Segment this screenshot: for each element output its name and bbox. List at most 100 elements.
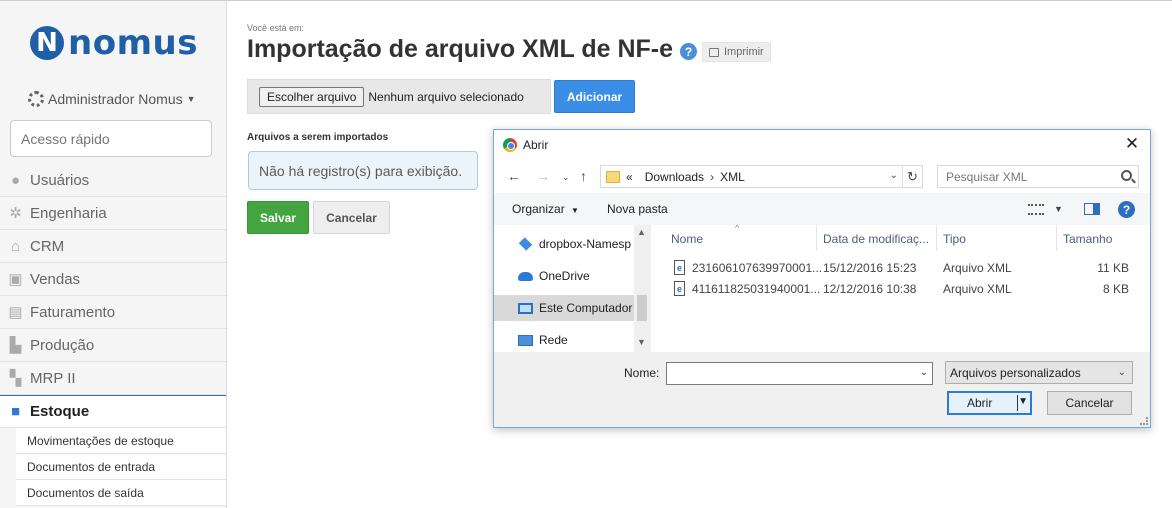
printer-icon <box>709 47 719 57</box>
add-button[interactable]: Adicionar <box>554 80 635 113</box>
chevron-down-icon: ⌄ <box>1117 367 1126 378</box>
sidebar-item-estoque[interactable]: ■ Estoque <box>0 395 226 428</box>
caret-down-icon[interactable]: ▼ <box>1018 396 1028 407</box>
choose-file-button[interactable]: Escolher arquivo <box>259 86 365 107</box>
column-type[interactable]: Tipo <box>943 232 966 246</box>
dialog-footer: Nome: ⌄ Arquivos personalizados ⌄ Abrir … <box>494 352 1150 427</box>
chevron-right-icon: › <box>710 169 715 184</box>
computer-icon <box>518 302 533 314</box>
subitem-documentos-saida[interactable]: Documentos de saída <box>16 480 226 506</box>
chevron-up-icon[interactable]: ▲ <box>637 227 646 237</box>
empty-message: Não há registro(s) para exibição. <box>248 151 478 190</box>
file-size: 11 KB <box>1097 261 1129 275</box>
blocks-icon: ▚ <box>9 370 22 387</box>
close-icon[interactable]: ✕ <box>1122 134 1142 154</box>
help-icon[interactable]: ? <box>1118 201 1135 218</box>
save-button[interactable]: Salvar <box>247 201 309 234</box>
file-name-input[interactable]: ⌄ <box>666 362 933 385</box>
sidebar-item-producao[interactable]: ▙ Produção <box>0 329 226 362</box>
nomus-logo[interactable]: N nomus <box>30 23 198 63</box>
user-name: Administrador Nomus <box>48 91 183 107</box>
column-divider[interactable] <box>816 225 817 251</box>
nav-item-rede[interactable]: Rede <box>494 327 634 353</box>
column-size[interactable]: Tamanho <box>1063 232 1112 246</box>
refresh-icon[interactable]: ↻ <box>902 166 922 187</box>
sidebar-item-label: Vendas <box>30 270 81 288</box>
file-list: ^ Nome Data de modificaç... Tipo Tamanho… <box>651 223 1150 352</box>
nav-item-dropbox[interactable]: dropbox-Namesp <box>494 231 634 257</box>
address-bar[interactable]: « Downloads › XML ⌄ ↻ <box>600 165 923 188</box>
new-folder-button[interactable]: Nova pasta <box>607 202 668 216</box>
print-button[interactable]: Imprimir <box>702 42 771 62</box>
subitem-label: Documentos de saída <box>27 485 144 500</box>
file-row[interactable]: e 231606107639970001... 15/12/2016 15:23… <box>651 258 1150 279</box>
up-arrow-icon[interactable]: ↑ <box>580 168 587 184</box>
sidebar-item-faturamento[interactable]: ▤ Faturamento <box>0 296 226 329</box>
quick-access-input[interactable] <box>10 120 212 157</box>
sidebar-item-crm[interactable]: ⌂ CRM <box>0 230 226 263</box>
column-name[interactable]: Nome <box>671 232 703 246</box>
nav-item-este-computador[interactable]: Este Computador <box>494 295 634 321</box>
path-part-xml[interactable]: XML <box>720 170 745 184</box>
gear-icon <box>28 91 44 107</box>
preview-pane-icon[interactable] <box>1084 203 1100 215</box>
nav-scrollbar[interactable]: ▲ ▼ <box>634 225 650 352</box>
xml-file-icon: e <box>674 260 685 275</box>
user-icon: ● <box>10 171 21 189</box>
open-file-dialog: Abrir ✕ ← → ⌄ ↑ « Downloads › XML ⌄ ↻ Pe… <box>493 129 1151 428</box>
cloud-icon <box>518 271 533 281</box>
sidebar-item-label: Produção <box>30 336 95 354</box>
search-input[interactable]: Pesquisar XML <box>937 165 1139 188</box>
back-arrow-icon[interactable]: ← <box>507 168 521 184</box>
subitem-documentos-entrada[interactable]: Documentos de entrada <box>16 454 226 480</box>
file-input: Escolher arquivo Nenhum arquivo selecion… <box>247 79 551 114</box>
resize-grip[interactable] <box>1140 417 1148 425</box>
file-type: Arquivo XML <box>943 282 1012 296</box>
path-part-downloads[interactable]: Downloads <box>645 170 704 184</box>
column-divider[interactable] <box>936 225 937 251</box>
sidebar-item-label: Estoque <box>30 403 90 420</box>
file-row[interactable]: e 411611825031940001... 12/12/2016 10:38… <box>651 279 1150 300</box>
user-menu[interactable]: Administrador Nomus ▼ <box>28 91 196 107</box>
chrome-icon <box>503 138 517 152</box>
dialog-title: Abrir <box>523 138 549 152</box>
dropbox-icon <box>518 237 533 251</box>
nav-item-onedrive[interactable]: OneDrive <box>494 263 634 289</box>
file-name: 231606107639970001... <box>692 261 823 275</box>
register-icon: ▣ <box>8 271 23 288</box>
home-icon: ⌂ <box>10 237 21 255</box>
organize-button[interactable]: Organizar ▼ <box>512 202 579 216</box>
open-button[interactable]: Abrir ▼ <box>947 391 1032 415</box>
dialog-cancel-button[interactable]: Cancelar <box>1047 391 1132 415</box>
dialog-toolbar: Organizar ▼ Nova pasta ▼ ? <box>494 193 1150 225</box>
file-name: 411611825031940001... <box>692 282 821 296</box>
folder-icon: ■ <box>10 403 21 420</box>
nav-item-label: Este Computador <box>539 301 633 315</box>
column-divider[interactable] <box>1056 225 1057 251</box>
sidebar-item-mrp[interactable]: ▚ MRP II <box>0 362 226 395</box>
subitem-movimentacoes[interactable]: Movimentações de estoque <box>16 428 226 454</box>
sidebar-item-engenharia[interactable]: ✲ Engenharia <box>0 197 226 230</box>
sidebar-item-label: Faturamento <box>30 303 116 321</box>
chevron-down-icon[interactable]: ⌄ <box>890 170 898 181</box>
sidebar-item-vendas[interactable]: ▣ Vendas <box>0 263 226 296</box>
help-icon[interactable]: ? <box>680 43 697 60</box>
sort-up-icon: ^ <box>735 223 740 233</box>
column-date[interactable]: Data de modificaç... <box>823 232 929 246</box>
dialog-title-bar[interactable]: Abrir ✕ <box>494 130 1150 160</box>
caret-down-icon[interactable]: ▼ <box>1054 204 1063 214</box>
factory-icon: ▙ <box>9 337 22 354</box>
chevron-down-icon[interactable]: ⌄ <box>920 367 928 378</box>
forward-arrow-icon[interactable]: → <box>536 168 550 184</box>
logo-text: nomus <box>68 23 198 63</box>
recent-dropdown-icon[interactable]: ⌄ <box>562 172 570 183</box>
no-file-label: Nenhum arquivo selecionado <box>368 89 524 104</box>
scrollbar-thumb[interactable] <box>637 295 647 321</box>
sidebar-item-usuarios[interactable]: ● Usuários <box>0 164 226 197</box>
sidebar-item-label: Usuários <box>30 171 90 189</box>
view-options-icon[interactable] <box>1028 204 1044 215</box>
cancel-button[interactable]: Cancelar <box>313 201 390 234</box>
file-type-select[interactable]: Arquivos personalizados ⌄ <box>945 361 1133 384</box>
organize-label: Organizar <box>512 202 565 216</box>
chevron-down-icon[interactable]: ▼ <box>637 337 646 347</box>
